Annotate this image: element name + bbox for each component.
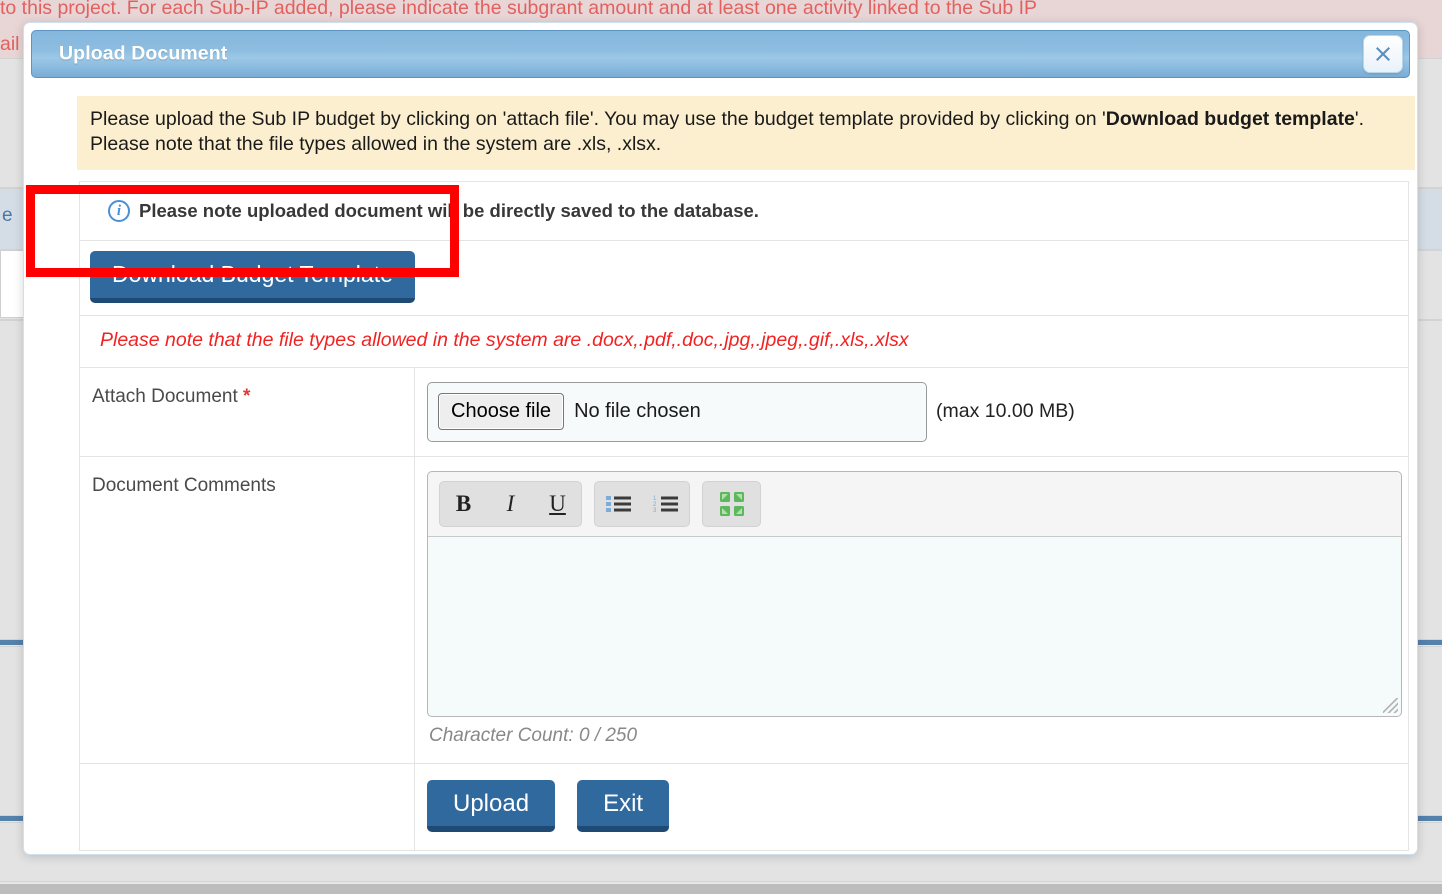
filetypes-note-text: Please note that the file types allowed …: [100, 328, 909, 351]
footer-buttons: Upload Exit: [427, 779, 1396, 832]
close-icon: [1376, 47, 1390, 61]
info-note: i Please note uploaded document will be …: [92, 196, 1396, 226]
file-chooser-row: Choose file No file chosen (max 10.00 MB…: [427, 381, 1396, 442]
download-template-row: Download Budget Template: [80, 241, 1408, 316]
upload-document-modal: Upload Document Please upload the Sub IP…: [23, 22, 1418, 855]
exit-button[interactable]: Exit: [577, 779, 670, 832]
download-template-cell: Download Budget Template: [80, 241, 1408, 315]
document-comments-label: Document Comments: [80, 456, 415, 763]
download-budget-template-button[interactable]: Download Budget Template: [90, 251, 415, 303]
info-note-row: i Please note uploaded document will be …: [80, 182, 1408, 241]
required-marker: *: [243, 385, 251, 407]
bold-icon[interactable]: B: [440, 482, 487, 526]
rich-text-editor: B I U 1 2 3 Character Count: 0 / 250: [427, 470, 1402, 749]
background-alert-line-1: to this project. For each Sub-IP added, …: [0, 0, 1038, 19]
unordered-list-icon[interactable]: [595, 482, 642, 526]
footer-spacer: [80, 763, 415, 850]
document-comments-field: B I U 1 2 3 Character Count: 0 / 250: [415, 457, 1414, 763]
editor-toolbar: B I U 1 2 3: [427, 470, 1402, 537]
modal-title: Upload Document: [59, 42, 228, 65]
modal-footer-row: Upload Exit: [80, 763, 1408, 851]
upload-button[interactable]: Upload: [427, 779, 556, 832]
info-circle-icon: i: [108, 200, 130, 222]
info-note-text: Please note uploaded document will be di…: [139, 200, 759, 221]
svg-text:3: 3: [653, 508, 657, 514]
footer-buttons-cell: Upload Exit: [415, 764, 1408, 850]
file-status-text: No file chosen: [574, 400, 701, 423]
background-bottom-strip: [0, 884, 1442, 894]
attach-document-field: Choose file No file chosen (max 10.00 MB…: [415, 368, 1408, 456]
attach-document-label-text: Attach Document: [92, 385, 238, 407]
instructions-part-1: Please upload the Sub IP budget by click…: [90, 108, 1106, 130]
background-alert-line-2: ail: [0, 33, 20, 55]
character-count: Character Count: 0 / 250: [429, 724, 638, 746]
filetypes-note-row: Please note that the file types allowed …: [80, 316, 1408, 368]
attach-document-label: Attach Document *: [80, 367, 415, 456]
background-divider-left-bottom: [0, 816, 24, 821]
background-divider-left-top: [0, 640, 24, 645]
underline-icon[interactable]: U: [534, 482, 581, 526]
resize-handle-icon[interactable]: [1383, 697, 1398, 713]
info-note-cell: i Please note uploaded document will be …: [80, 182, 1408, 240]
list-group: 1 2 3: [594, 480, 690, 527]
fullscreen-group: [702, 480, 761, 527]
comments-textarea[interactable]: [427, 536, 1402, 717]
text-format-group: B I U: [439, 480, 582, 527]
modal-header: Upload Document: [31, 30, 1410, 78]
upload-form-table: i Please note uploaded document will be …: [79, 181, 1409, 851]
file-input[interactable]: Choose file No file chosen: [427, 381, 927, 442]
choose-file-button[interactable]: Choose file: [438, 393, 565, 431]
upload-instructions-banner: Please upload the Sub IP budget by click…: [77, 96, 1415, 170]
ordered-list-icon[interactable]: 1 2 3: [642, 482, 689, 526]
attach-document-row: Attach Document * Choose file No file ch…: [80, 367, 1408, 457]
italic-icon[interactable]: I: [487, 482, 534, 526]
background-link[interactable]: e: [2, 205, 13, 227]
document-comments-label-text: Document Comments: [92, 474, 276, 496]
close-button[interactable]: [1363, 35, 1403, 73]
max-file-size-text: (max 10.00 MB): [936, 400, 1075, 423]
fullscreen-icon[interactable]: [703, 482, 760, 526]
document-comments-row: Document Comments B I U 1 2 3 Character …: [80, 456, 1408, 764]
modal-body: Please upload the Sub IP budget by click…: [24, 78, 1417, 854]
filetypes-note-cell: Please note that the file types allowed …: [80, 316, 1408, 367]
instructions-bold: Download budget template: [1105, 108, 1355, 130]
